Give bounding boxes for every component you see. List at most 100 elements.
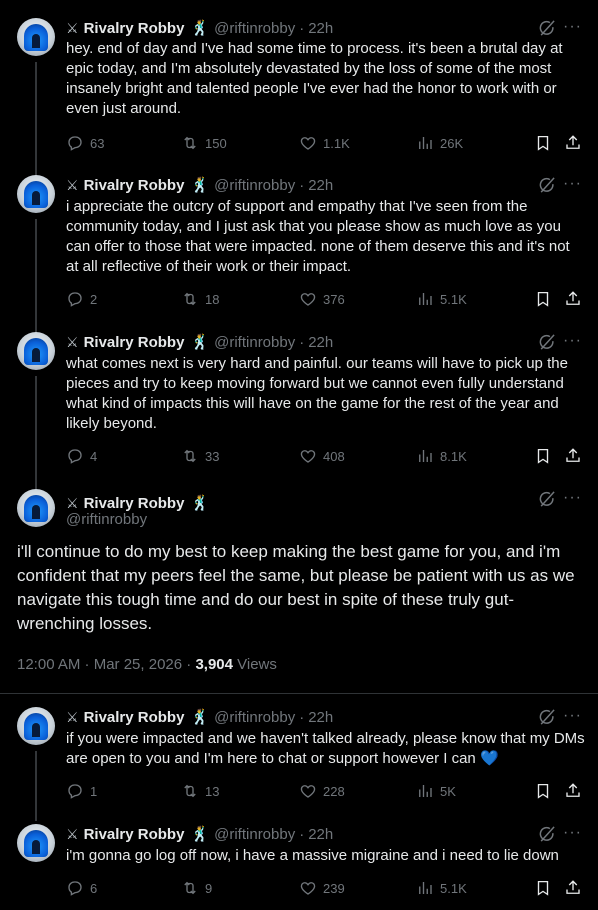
views-icon bbox=[416, 782, 434, 800]
crossed-swords-icon: ⚔ bbox=[66, 19, 79, 36]
tweet-time[interactable]: 22h bbox=[308, 826, 333, 843]
views-icon bbox=[416, 447, 434, 465]
reply-button[interactable]: 1 bbox=[66, 780, 97, 802]
tweet-time[interactable]: 22h bbox=[308, 709, 333, 726]
tweet-timestamp[interactable]: 12:00 AM · Mar 25, 2026 · bbox=[17, 656, 195, 673]
repost-button[interactable]: 13 bbox=[181, 780, 219, 802]
author-handle[interactable]: @riftinrobby bbox=[214, 334, 295, 351]
tweet-header: ⚔ Rivalry Robby 🕺 @riftinrobby · 22h bbox=[66, 175, 333, 195]
thread-line bbox=[35, 751, 37, 821]
tweet-time[interactable]: 22h bbox=[308, 177, 333, 194]
more-icon[interactable]: ··· bbox=[563, 332, 582, 350]
reply-button[interactable]: 2 bbox=[66, 288, 97, 310]
share-icon bbox=[564, 447, 582, 465]
author-name[interactable]: Rivalry Robby bbox=[84, 334, 185, 351]
share-button[interactable] bbox=[564, 445, 588, 467]
bookmark-button[interactable] bbox=[534, 445, 558, 467]
like-icon bbox=[299, 879, 317, 897]
avatar[interactable] bbox=[17, 332, 55, 370]
views-button[interactable]: 26K bbox=[416, 132, 463, 154]
avatar[interactable] bbox=[17, 707, 55, 745]
bookmark-button[interactable] bbox=[534, 288, 558, 310]
grok-icon[interactable] bbox=[537, 175, 557, 195]
grok-icon[interactable] bbox=[537, 489, 557, 509]
share-button[interactable] bbox=[564, 877, 588, 899]
author-handle[interactable]: @riftinrobby bbox=[214, 177, 295, 194]
tweet-actions: 1 13 228 5K bbox=[66, 780, 586, 802]
repost-count: 13 bbox=[205, 783, 220, 799]
repost-button[interactable]: 18 bbox=[181, 288, 219, 310]
views-button[interactable]: 5.1K bbox=[416, 877, 467, 899]
reply-button[interactable]: 63 bbox=[66, 132, 104, 154]
author-handle[interactable]: @riftinrobby bbox=[214, 826, 295, 843]
divider bbox=[0, 693, 598, 694]
bookmark-button[interactable] bbox=[534, 877, 558, 899]
like-count: 408 bbox=[323, 448, 345, 464]
share-icon bbox=[564, 290, 582, 308]
like-button[interactable]: 228 bbox=[299, 780, 345, 802]
views-button[interactable]: 8.1K bbox=[416, 445, 467, 467]
author-handle[interactable]: @riftinrobby bbox=[66, 511, 147, 528]
dancer-icon: 🕺 bbox=[190, 495, 210, 512]
more-icon[interactable]: ··· bbox=[563, 175, 582, 193]
reply-icon bbox=[66, 134, 84, 152]
avatar[interactable] bbox=[17, 824, 55, 862]
bookmark-button[interactable] bbox=[534, 132, 558, 154]
reply-count: 2 bbox=[90, 291, 98, 307]
views-button[interactable]: 5K bbox=[416, 780, 456, 802]
dancer-icon: 🕺 bbox=[190, 20, 210, 37]
share-button[interactable] bbox=[564, 780, 588, 802]
blue-heart-icon: 💙 bbox=[479, 750, 499, 767]
views-count: 5.1K bbox=[440, 291, 467, 307]
reply-button[interactable]: 4 bbox=[66, 445, 97, 467]
repost-button[interactable]: 150 bbox=[181, 132, 227, 154]
repost-button[interactable]: 9 bbox=[181, 877, 212, 899]
more-icon[interactable]: ··· bbox=[563, 707, 582, 725]
grok-icon[interactable] bbox=[537, 707, 557, 727]
tweet-header: ⚔ Rivalry Robby 🕺 @riftinrobby · 22h bbox=[66, 707, 333, 727]
separator-dot: · bbox=[299, 333, 305, 351]
like-button[interactable]: 408 bbox=[299, 445, 345, 467]
tweet-time[interactable]: 22h bbox=[308, 334, 333, 351]
grok-icon[interactable] bbox=[537, 18, 557, 38]
crossed-swords-icon: ⚔ bbox=[66, 333, 79, 350]
tweet-actions: 6 9 239 5.1K bbox=[66, 877, 586, 899]
repost-count: 9 bbox=[205, 880, 213, 896]
avatar[interactable] bbox=[17, 175, 55, 213]
author-name[interactable]: Rivalry Robby bbox=[84, 20, 185, 37]
crossed-swords-icon: ⚔ bbox=[66, 825, 79, 842]
thread-line bbox=[35, 376, 37, 490]
repost-count: 150 bbox=[205, 135, 227, 151]
grok-icon[interactable] bbox=[537, 332, 557, 352]
reply-button[interactable]: 6 bbox=[66, 877, 97, 899]
tweet-time[interactable]: 22h bbox=[308, 20, 333, 37]
share-button[interactable] bbox=[564, 288, 588, 310]
views-button[interactable]: 5.1K bbox=[416, 288, 467, 310]
more-icon[interactable]: ··· bbox=[563, 489, 582, 507]
repost-button[interactable]: 33 bbox=[181, 445, 219, 467]
author-handle[interactable]: @riftinrobby bbox=[214, 20, 295, 37]
author-name[interactable]: Rivalry Robby bbox=[84, 826, 185, 843]
bookmark-icon bbox=[534, 290, 552, 308]
like-button[interactable]: 1.1K bbox=[299, 132, 350, 154]
author-name[interactable]: Rivalry Robby bbox=[84, 495, 185, 512]
author-name[interactable]: Rivalry Robby bbox=[84, 709, 185, 726]
repost-icon bbox=[181, 782, 199, 800]
more-icon[interactable]: ··· bbox=[563, 824, 582, 842]
avatar[interactable] bbox=[17, 18, 55, 56]
reply-count: 6 bbox=[90, 880, 98, 896]
thread-line bbox=[35, 219, 37, 334]
avatar[interactable] bbox=[17, 489, 55, 527]
author-handle[interactable]: @riftinrobby bbox=[214, 709, 295, 726]
like-button[interactable]: 376 bbox=[299, 288, 345, 310]
share-button[interactable] bbox=[564, 132, 588, 154]
grok-icon[interactable] bbox=[537, 824, 557, 844]
like-button[interactable]: 239 bbox=[299, 877, 345, 899]
share-icon bbox=[564, 879, 582, 897]
more-icon[interactable]: ··· bbox=[563, 18, 582, 36]
views-label: Views bbox=[232, 656, 277, 673]
tweet-text: hey. end of day and I've had some time t… bbox=[66, 40, 567, 117]
author-name[interactable]: Rivalry Robby bbox=[84, 177, 185, 194]
repost-icon bbox=[181, 879, 199, 897]
bookmark-button[interactable] bbox=[534, 780, 558, 802]
